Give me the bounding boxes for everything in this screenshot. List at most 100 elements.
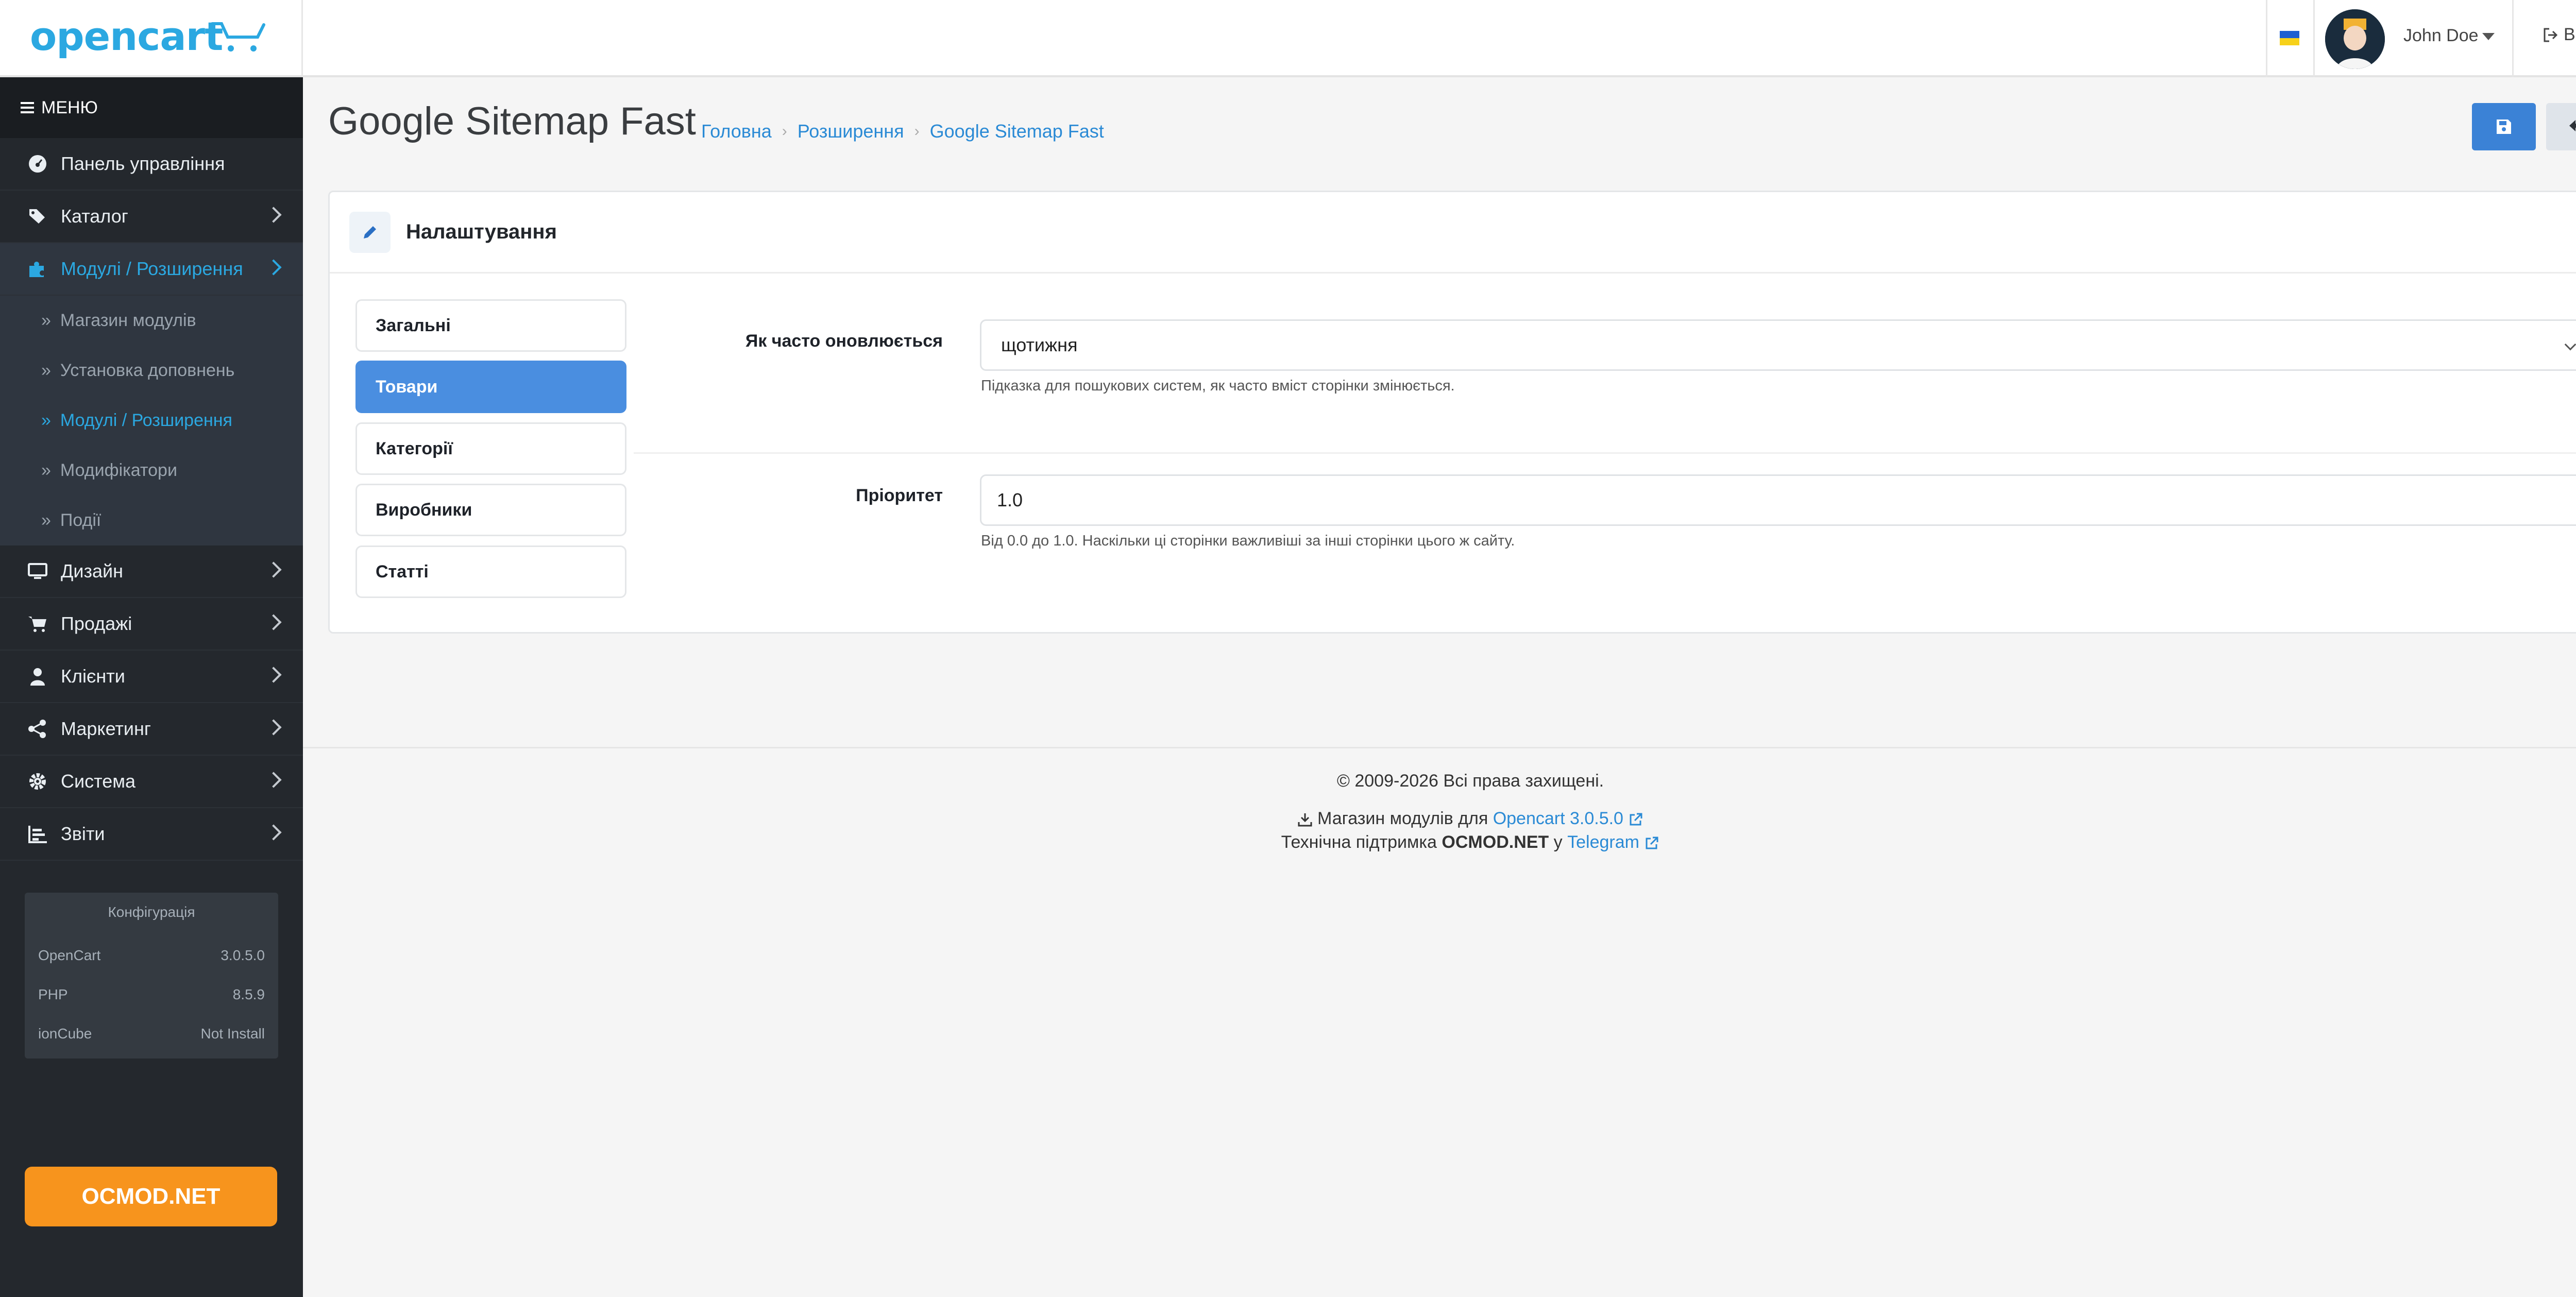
breadcrumb: Головна › Розширення › Google Sitemap Fa… <box>701 121 1104 142</box>
tags-icon <box>27 206 48 227</box>
double-chevron-icon: » <box>41 460 51 480</box>
telegram-link[interactable]: Telegram <box>1567 832 1639 852</box>
footer-support-line: Технічна підтримка OCMOD.NET у Telegram <box>303 832 2576 852</box>
config-value: 8.5.9 <box>232 986 265 1002</box>
sidebar-item-sales[interactable]: Продажі <box>0 598 303 651</box>
breadcrumb-separator-icon: › <box>914 123 920 140</box>
sidebar-item-system[interactable]: Система <box>0 756 303 808</box>
caret-down-icon[interactable] <box>2482 33 2495 40</box>
card-title: Налаштування <box>406 220 557 243</box>
config-row: OpenCart 3.0.5.0 <box>38 936 265 975</box>
chevron-right-icon <box>265 824 282 841</box>
logo-cart-icon <box>211 22 265 52</box>
desktop-icon <box>27 560 48 582</box>
sidebar-item-label: Система <box>61 771 135 792</box>
submenu-label: Магазин модулів <box>60 311 196 330</box>
footer-store-line: Магазин модулів для Opencart 3.0.5.0 <box>303 809 2576 829</box>
support-mid: у <box>1553 832 1563 852</box>
double-chevron-icon: » <box>41 361 51 380</box>
tab-articles[interactable]: Статті <box>355 545 626 598</box>
breadcrumb-home[interactable]: Головна <box>701 121 772 142</box>
share-icon <box>27 718 48 740</box>
save-button[interactable] <box>2472 103 2536 150</box>
menu-header[interactable]: МЕНЮ <box>0 77 303 138</box>
user-icon <box>27 665 48 687</box>
extensions-submenu: » Магазин модулів » Установка доповнень » М… <box>0 296 303 545</box>
support-brand: OCMOD.NET <box>1442 832 1549 852</box>
sidebar-item-label: Панель управління <box>61 153 225 174</box>
chevron-right-icon <box>265 614 282 630</box>
chevron-right-icon <box>265 772 282 788</box>
pencil-icon <box>349 211 391 253</box>
copyright-text: © 2009-2026 Всі права захищені. <box>1336 771 1604 791</box>
config-row: ionCube Not Install <box>38 1014 265 1053</box>
ukraine-flag-icon[interactable] <box>2280 31 2299 45</box>
tab-products[interactable]: Товари <box>355 361 626 413</box>
submenu-item-extensions[interactable]: » Модулі / Розширення <box>0 396 303 446</box>
frequency-value: щотижня <box>1001 334 1078 355</box>
opencart-link[interactable]: Opencart 3.0.5.0 <box>1493 809 1623 828</box>
config-panel: Конфігурація OpenCart 3.0.5.0 PHP 8.5.9 io… <box>25 893 278 1059</box>
sidebar-item-design[interactable]: Дизайн <box>0 545 303 598</box>
tab-categories[interactable]: Категорії <box>355 422 626 475</box>
config-value: Not Install <box>200 1026 265 1042</box>
submenu-item-module-store[interactable]: » Магазин модулів <box>0 296 303 346</box>
sidebar-item-label: Звіти <box>61 823 105 844</box>
sidebar-item-reports[interactable]: Звіти <box>0 808 303 861</box>
header-divider <box>2266 0 2267 77</box>
cart-icon <box>27 613 48 635</box>
priority-input[interactable]: 1.0 <box>980 474 2576 526</box>
submenu-item-installer[interactable]: » Установка доповнень <box>0 346 303 396</box>
chevron-right-icon <box>265 719 282 736</box>
hamburger-icon <box>21 102 34 113</box>
sign-out-icon <box>2544 28 2558 42</box>
sidebar-item-extensions[interactable]: Модулі / Розширення <box>0 243 303 296</box>
breadcrumb-extensions[interactable]: Розширення <box>798 121 904 142</box>
page-title: Google Sitemap Fast <box>328 99 696 143</box>
config-name: OpenCart <box>38 947 101 963</box>
sidebar-item-catalog[interactable]: Каталог <box>0 191 303 243</box>
sidebar-item-label: Клієнти <box>61 665 125 687</box>
submenu-label: Установка доповнень <box>60 361 235 380</box>
submenu-label: Події <box>60 510 101 530</box>
back-button[interactable] <box>2546 103 2576 150</box>
external-link-icon[interactable] <box>1628 812 1643 827</box>
sidebar-item-marketing[interactable]: Маркетинг <box>0 703 303 756</box>
ocmod-button[interactable]: OCMOD.NET <box>25 1167 277 1226</box>
submenu-item-modifications[interactable]: » Модифікатори <box>0 446 303 496</box>
avatar[interactable] <box>2325 9 2385 69</box>
user-name[interactable]: John Doe <box>2403 26 2479 46</box>
double-chevron-icon: » <box>41 311 51 330</box>
puzzle-icon <box>27 258 48 280</box>
chevron-down-icon <box>2564 338 2576 351</box>
reply-icon <box>2569 120 2576 131</box>
double-chevron-icon: » <box>41 411 51 430</box>
sidebar-item-dashboard[interactable]: Панель управління <box>0 138 303 191</box>
logout-link[interactable]: Вихід <box>2542 25 2576 45</box>
sidebar-item-customers[interactable]: Клієнти <box>0 651 303 703</box>
download-icon <box>1298 813 1312 827</box>
chevron-right-icon <box>265 667 282 683</box>
sidebar-item-label: Продажі <box>61 613 132 634</box>
external-link-icon[interactable] <box>1644 835 1659 851</box>
logo-area[interactable]: opencart <box>0 0 303 77</box>
logout-label: Вихід <box>2564 25 2576 44</box>
frequency-help: Підказка для пошукових систем, як часто … <box>981 378 1455 394</box>
sidebar-item-label: Дизайн <box>61 560 124 582</box>
submenu-label: Модулі / Розширення <box>60 411 232 430</box>
save-icon <box>2497 120 2511 134</box>
gear-icon <box>27 771 48 792</box>
frequency-select[interactable]: щотижня <box>980 319 2576 371</box>
submenu-item-events[interactable]: » Події <box>0 496 303 545</box>
sidebar-item-label: Маркетинг <box>61 718 151 739</box>
breadcrumb-separator-icon: › <box>782 123 787 140</box>
footer-divider <box>303 747 2576 748</box>
card-header: Налаштування <box>330 192 2576 274</box>
header-divider <box>2512 0 2514 77</box>
opencart-logo[interactable]: opencart <box>30 13 223 59</box>
dashboard-icon <box>27 153 48 175</box>
chevron-right-icon <box>265 207 282 223</box>
breadcrumb-current[interactable]: Google Sitemap Fast <box>930 121 1104 142</box>
field-divider <box>634 452 2576 454</box>
menu-label: МЕНЮ <box>41 97 98 117</box>
